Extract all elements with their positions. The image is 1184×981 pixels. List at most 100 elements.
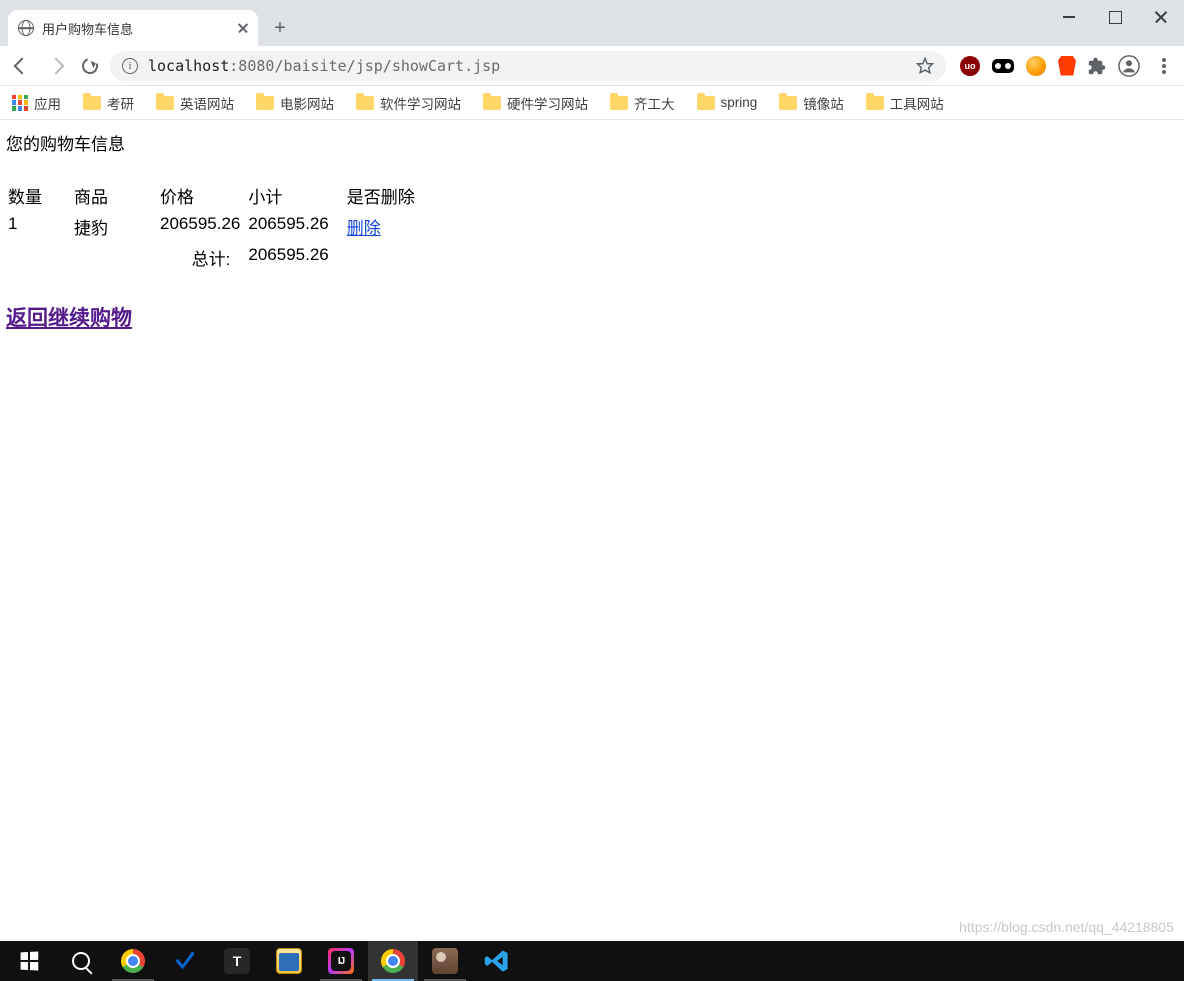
profile-avatar-icon[interactable] (1118, 55, 1140, 77)
checkmark-icon (173, 949, 197, 973)
kebab-menu-icon[interactable] (1162, 64, 1166, 68)
extensions-menu-icon[interactable] (1088, 57, 1106, 75)
apps-label: 应用 (34, 93, 61, 113)
nav-back-button[interactable] (8, 52, 36, 80)
folder-icon (356, 96, 374, 110)
folder-icon (779, 96, 797, 110)
bookmark-label: spring (721, 95, 758, 110)
gimp-icon (432, 948, 458, 974)
window-close-button[interactable] (1138, 0, 1184, 34)
taskbar-chrome-1[interactable] (108, 941, 158, 981)
close-tab-icon[interactable] (238, 23, 248, 33)
start-button[interactable] (4, 941, 54, 981)
address-bar[interactable]: i localhost:8080/baisite/jsp/showCart.js… (110, 51, 946, 81)
chrome-icon (381, 949, 405, 973)
taskbar-vscode[interactable] (472, 941, 522, 981)
window-maximize-button[interactable] (1092, 0, 1138, 34)
extension-ublock-icon[interactable] (960, 56, 980, 76)
folder-icon (483, 96, 501, 110)
tab-title: 用户购物车信息 (42, 19, 230, 38)
taskbar-gimp[interactable] (420, 941, 470, 981)
window-controls (1046, 0, 1184, 34)
bookmark-folder-5[interactable]: 齐工大 (610, 93, 675, 113)
taskbar-search-button[interactable] (56, 941, 106, 981)
windows-taskbar: T (0, 941, 1184, 981)
bookmark-folder-2[interactable]: 电影网站 (256, 93, 334, 113)
windows-logo-icon (21, 952, 39, 971)
cell-product: 捷豹 (74, 212, 158, 241)
vscode-icon (484, 948, 510, 974)
browser-toolbar: i localhost:8080/baisite/jsp/showCart.js… (0, 46, 1184, 86)
bookmark-star-icon[interactable] (916, 57, 934, 75)
col-subtotal-header: 小计 (248, 181, 344, 210)
bookmark-folder-3[interactable]: 软件学习网站 (356, 93, 461, 113)
reload-icon (79, 55, 100, 76)
bookmark-folder-6[interactable]: spring (697, 95, 758, 110)
text-editor-icon: T (224, 948, 250, 974)
col-product-header: 商品 (74, 181, 158, 210)
delete-link[interactable]: 删除 (347, 219, 381, 238)
bookmark-folder-7[interactable]: 镜像站 (779, 93, 844, 113)
col-price-header: 价格 (160, 181, 246, 210)
cell-subtotal: 206595.26 (248, 212, 344, 241)
apps-shortcut[interactable]: 应用 (12, 93, 61, 113)
bookmark-label: 软件学习网站 (380, 93, 461, 113)
table-row: 1 捷豹 206595.26 206595.26 删除 (8, 212, 431, 241)
bookmark-label: 考研 (107, 93, 134, 113)
bookmark-label: 齐工大 (634, 93, 675, 113)
taskbar-chrome-2[interactable] (368, 941, 418, 981)
new-tab-button[interactable]: + (266, 14, 294, 42)
apps-grid-icon (12, 95, 28, 111)
bookmark-label: 镜像站 (803, 93, 844, 113)
folder-icon (866, 96, 884, 110)
bookmark-label: 英语网站 (180, 93, 234, 113)
bookmark-label: 电影网站 (280, 93, 334, 113)
arrow-left-icon (14, 57, 31, 74)
folder-icon (156, 96, 174, 110)
folder-icon (83, 96, 101, 110)
col-qty-header: 数量 (8, 181, 72, 210)
folder-icon (610, 96, 628, 110)
bookmark-folder-4[interactable]: 硬件学习网站 (483, 93, 588, 113)
total-row: 总计: 206595.26 (8, 243, 431, 272)
intellij-icon-wrap (328, 948, 354, 974)
folder-icon (697, 96, 715, 110)
arrow-right-icon (48, 57, 65, 74)
extension-brave-icon[interactable] (1058, 56, 1076, 76)
intellij-icon (331, 951, 351, 971)
file-explorer-icon (276, 948, 302, 974)
taskbar-todo[interactable] (160, 941, 210, 981)
cart-table: 数量 商品 价格 小计 是否删除 1 捷豹 206595.26 206595.2… (6, 179, 433, 274)
nav-reload-button[interactable] (76, 52, 104, 80)
taskbar-intellij[interactable] (316, 941, 366, 981)
search-icon (72, 952, 90, 970)
nav-forward-button[interactable] (42, 52, 70, 80)
extension-darkreader-icon[interactable] (992, 59, 1014, 73)
bookmark-folder-1[interactable]: 英语网站 (156, 93, 234, 113)
extension-tampermonkey-icon[interactable] (1026, 56, 1046, 76)
bookmark-folder-0[interactable]: 考研 (83, 93, 134, 113)
total-label: 总计: (160, 243, 246, 272)
total-value: 206595.26 (248, 243, 344, 272)
globe-icon (18, 20, 34, 36)
site-info-icon[interactable]: i (122, 58, 138, 74)
cell-price: 206595.26 (160, 212, 246, 241)
extension-icons (952, 55, 1176, 77)
url-text: localhost:8080/baisite/jsp/showCart.jsp (148, 57, 500, 75)
browser-tab-strip: 用户购物车信息 + (0, 0, 1184, 46)
window-minimize-button[interactable] (1046, 0, 1092, 34)
cell-qty: 1 (8, 212, 72, 241)
bookmark-folder-8[interactable]: 工具网站 (866, 93, 944, 113)
taskbar-explorer[interactable] (264, 941, 314, 981)
col-delete-header: 是否删除 (347, 181, 431, 210)
bookmarks-bar: 应用 考研 英语网站 电影网站 软件学习网站 硬件学习网站 齐工大 spring… (0, 86, 1184, 120)
page-content: 您的购物车信息 数量 商品 价格 小计 是否删除 1 捷豹 206595.26 … (0, 120, 1184, 941)
url-host: localhost (148, 57, 229, 75)
bookmark-label: 硬件学习网站 (507, 93, 588, 113)
bookmark-label: 工具网站 (890, 93, 944, 113)
continue-shopping-link[interactable]: 返回继续购物 (6, 302, 132, 332)
page-heading: 您的购物车信息 (6, 130, 1178, 155)
taskbar-sublime[interactable]: T (212, 941, 262, 981)
browser-tab-active[interactable]: 用户购物车信息 (8, 10, 258, 46)
table-header-row: 数量 商品 价格 小计 是否删除 (8, 181, 431, 210)
